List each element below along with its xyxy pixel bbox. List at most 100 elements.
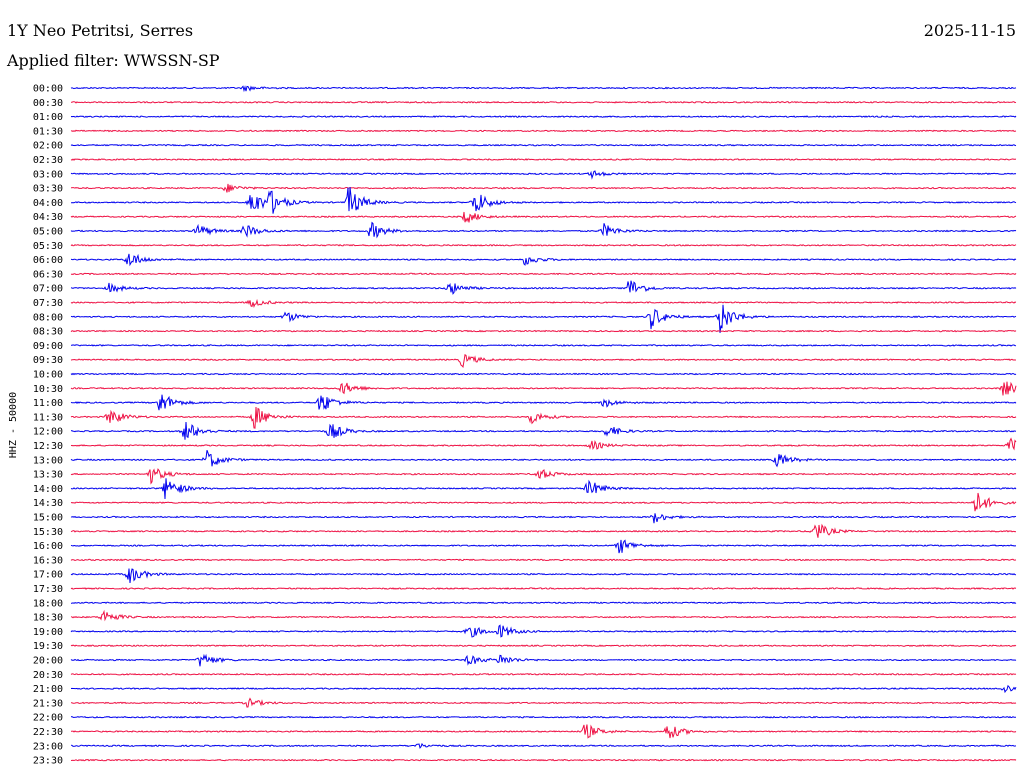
trace-row-1030 [70,381,1017,396]
trace-row-1100 [70,394,1017,411]
trace-row-1430 [70,492,1017,512]
tick-label: 10:30 [33,384,63,395]
tick-label: 08:00 [33,312,63,323]
tick-label: 21:00 [33,684,63,695]
trace-row-2200 [70,715,1016,719]
y-axis-label: HHZ - 50000 [8,392,19,458]
trace-row-0000 [70,85,1017,93]
trace-row-0930 [70,354,1016,368]
tick-label: 15:00 [33,513,63,524]
tick-label: 09:00 [33,341,63,352]
trace-row-1730 [70,587,1017,590]
tick-label: 19:00 [33,627,63,638]
trace-row-1630 [70,558,1017,562]
tick-label: 12:00 [33,427,63,438]
trace-row-0800 [70,304,1017,333]
filter-label: Applied filter: WWSSN-SP [6,51,220,70]
tick-label: 18:00 [33,598,63,609]
tick-label: 09:30 [33,355,63,366]
tick-label: 02:30 [33,155,63,166]
tick-label: 16:30 [33,555,63,566]
tick-label: 02:00 [33,141,63,152]
tick-label: 05:00 [33,227,63,238]
trace-row-2000 [70,653,1017,667]
tick-label: 15:30 [33,527,63,538]
trace-row-0300 [70,170,1017,180]
trace-row-1930 [70,644,1017,648]
trace-row-0430 [70,211,1017,223]
tick-label: 13:30 [33,470,63,481]
tick-label: 22:30 [33,727,63,738]
trace-row-0130 [70,129,1017,133]
tick-label: 17:30 [33,584,63,595]
tick-label: 03:30 [33,184,63,195]
tick-label: 00:30 [33,98,63,109]
tick-label: 17:00 [33,570,63,581]
trace-row-0730 [70,298,1017,308]
trace-row-1400 [70,478,1017,500]
tick-label: 10:00 [33,370,63,381]
tick-label: 23:00 [33,741,63,752]
trace-row-2100 [70,684,1017,694]
tick-label: 11:30 [33,412,63,423]
tick-label: 05:30 [33,241,63,252]
trace-row-0330 [70,183,1017,193]
trace-row-0630 [70,272,1017,276]
tick-label: 03:00 [33,169,63,180]
trace-row-1500 [70,513,1017,524]
tick-label: 04:00 [33,198,63,209]
trace-row-0030 [71,100,1017,104]
tick-label: 14:00 [33,484,63,495]
trace-row-0500 [70,221,1017,239]
seismogram-traces [70,85,1017,762]
trace-row-1130 [70,406,1017,429]
trace-row-1800 [71,601,1017,605]
tick-label: 16:00 [33,541,63,552]
tick-label: 18:30 [33,613,63,624]
trace-row-1000 [70,372,1017,376]
trace-row-1330 [70,468,1017,485]
trace-row-0230 [70,158,1017,161]
tick-label: 20:00 [33,656,63,667]
tick-label: 08:30 [33,327,63,338]
trace-row-2230 [71,724,1017,739]
tick-label: 01:00 [33,112,63,123]
trace-row-0530 [70,243,1017,247]
tick-label: 14:30 [33,498,63,509]
trace-row-0200 [70,143,1017,147]
trace-row-2300 [70,742,1017,749]
trace-row-1530 [70,523,1017,538]
trace-row-0900 [71,344,1017,347]
tick-label: 06:30 [33,269,63,280]
trace-row-1830 [70,609,1017,622]
trace-row-0400 [71,187,1017,214]
tick-label: 23:30 [33,756,63,767]
tick-label: 04:30 [33,212,63,223]
time-tick-labels: 00:00 00:30 01:00 01:30 02:00 02:30 03:00 03:30… [33,84,63,767]
trace-row-1300 [70,450,1017,468]
trace-row-2030 [70,672,1017,676]
trace-row-1900 [70,624,1017,638]
tick-label: 22:00 [33,713,63,724]
trace-row-0700 [70,280,1017,295]
tick-label: 00:00 [33,84,63,95]
tick-label: 19:30 [33,641,63,652]
tick-label: 07:30 [33,298,63,309]
trace-row-1700 [70,568,1017,584]
tick-label: 07:00 [33,284,63,295]
date-label: 2025-11-15 [924,21,1016,40]
trace-row-2330 [70,758,1017,762]
tick-label: 06:00 [33,255,63,266]
tick-label: 21:30 [33,698,63,709]
trace-row-0830 [70,329,1017,333]
tick-label: 01:30 [33,126,63,137]
tick-label: 12:30 [33,441,63,452]
seismogram-chart: 00:00 00:30 01:00 01:30 02:00 02:30 03:00 03:30… [6,21,1017,767]
tick-label: 20:30 [33,670,63,681]
trace-row-0100 [70,115,1017,118]
trace-row-0600 [70,253,1017,267]
trace-row-1600 [70,539,1017,554]
trace-row-1200 [70,421,1017,440]
trace-row-2130 [70,697,1017,708]
tick-label: 11:00 [33,398,63,409]
